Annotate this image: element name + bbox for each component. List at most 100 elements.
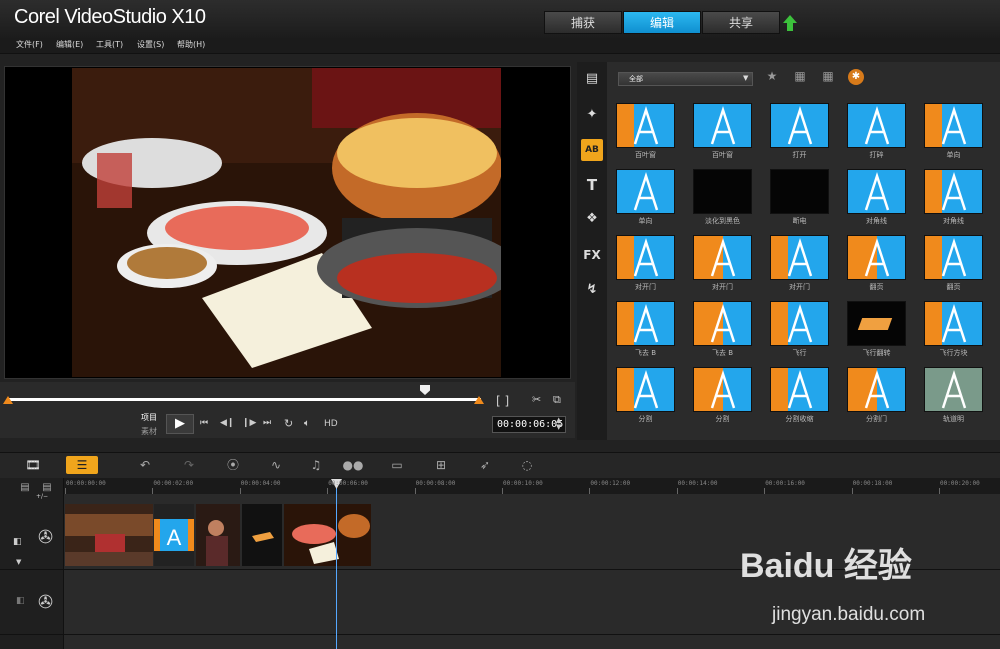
add-remove-track[interactable]: +/−	[36, 493, 48, 500]
transition-thumbnail[interactable]	[770, 301, 829, 346]
instant-project-icon[interactable]: ✦	[581, 104, 603, 126]
split-clip-icon[interactable]: ✂	[532, 393, 541, 406]
project-mode-label[interactable]: 项目	[141, 412, 157, 423]
volume-icon[interactable]: 🔈︎	[304, 418, 310, 429]
go-to-end-icon[interactable]: ⏭	[263, 418, 271, 428]
time-remapping-icon[interactable]: ➶	[474, 456, 496, 474]
tab-edit[interactable]: 编辑	[623, 11, 701, 34]
transition-thumbnail[interactable]	[616, 367, 675, 412]
trim-start-handle[interactable]	[3, 396, 13, 404]
media-category-icon[interactable]: ▤	[581, 68, 603, 90]
video-clip[interactable]	[284, 504, 371, 566]
upload-icon[interactable]	[782, 14, 798, 32]
add-favorite-icon[interactable]: ★	[762, 69, 782, 87]
play-button[interactable]: ▶	[166, 414, 194, 434]
ruler-tick	[152, 488, 154, 494]
transition-thumbnail-glyph	[694, 236, 751, 279]
overlay-visibility-icon[interactable]: ◧	[16, 596, 25, 606]
transition-options-icon[interactable]: ✱	[848, 69, 864, 85]
transition-thumbnail[interactable]	[847, 169, 906, 214]
transition-thumbnail[interactable]	[847, 103, 906, 148]
timeline-playhead[interactable]	[336, 482, 337, 649]
ruler-tick-label: 00:00:20:00	[940, 480, 980, 487]
motion-tracking-icon[interactable]: ●●	[342, 456, 364, 474]
transition-clip[interactable]	[242, 504, 282, 566]
transition-thumbnail[interactable]	[770, 367, 829, 412]
tab-capture[interactable]: 捕获	[544, 11, 622, 34]
transition-thumbnail-glyph	[694, 104, 751, 147]
apply-random-icon[interactable]: ▦	[790, 69, 810, 87]
library-filter-dropdown[interactable]: 全部	[618, 72, 753, 86]
mark-in-out-buttons[interactable]: [ ]	[496, 394, 509, 408]
transition-thumbnail[interactable]	[693, 169, 752, 214]
track-expand-icon[interactable]: ▼	[16, 558, 21, 566]
track-manager-icon[interactable]: ▤	[16, 482, 34, 494]
enlarge-icon[interactable]: ⧉	[553, 393, 561, 407]
transition-thumbnail[interactable]	[693, 301, 752, 346]
transition-label: 飞行	[792, 349, 807, 357]
transition-thumbnail[interactable]	[924, 169, 983, 214]
repeat-icon[interactable]: ↻	[284, 417, 293, 430]
subtitle-editor-icon[interactable]: ▭	[386, 456, 408, 474]
timeline-view-icon[interactable]: ☰	[66, 456, 98, 474]
video-clip[interactable]	[65, 504, 153, 566]
apply-current-icon[interactable]: ▦	[818, 69, 838, 87]
transition-category-icon[interactable]: AB	[581, 139, 603, 161]
scrubber-bar[interactable]	[8, 398, 481, 401]
transition-thumbnail[interactable]	[770, 235, 829, 280]
menu-settings[interactable]: 设置(S)	[137, 39, 164, 50]
transition-thumbnail[interactable]	[693, 367, 752, 412]
auto-music-icon[interactable]: ♫	[305, 456, 327, 474]
mask-creator-icon[interactable]: ◌	[516, 456, 538, 474]
redo-icon[interactable]: ↷	[180, 456, 198, 474]
app-window: Corel VideoStudio X10 捕获 编辑 共享 文件(F) 编辑(…	[0, 0, 1000, 649]
video-clip[interactable]	[196, 504, 240, 566]
previous-frame-icon[interactable]: ◀❙	[220, 418, 234, 428]
transition-thumbnail[interactable]	[924, 367, 983, 412]
path-category-icon[interactable]: ↯	[581, 279, 603, 301]
transition-thumbnail[interactable]	[847, 301, 906, 346]
ruler-tick-label: 00:00:16:00	[765, 480, 805, 487]
timecode-field[interactable]: 00:00:06:05	[492, 416, 566, 433]
transition-thumbnail-glyph	[925, 302, 982, 345]
transition-thumbnail[interactable]	[616, 301, 675, 346]
title-category-icon[interactable]: T	[581, 174, 603, 196]
chevron-down-icon[interactable]: ▼	[743, 74, 748, 82]
track-visibility-icon[interactable]: ◧	[13, 537, 22, 547]
transition-thumbnail[interactable]	[616, 235, 675, 280]
transition-thumbnail[interactable]	[693, 103, 752, 148]
transition-clip[interactable]: A	[154, 504, 194, 566]
menu-edit[interactable]: 编辑(E)	[56, 39, 83, 50]
transition-label: 打碎	[869, 151, 884, 159]
transition-thumbnail[interactable]	[847, 367, 906, 412]
hd-toggle[interactable]: HD	[324, 419, 338, 429]
transition-thumbnail[interactable]	[770, 169, 829, 214]
record-capture-icon[interactable]: ⦿	[222, 456, 244, 474]
transition-thumbnail[interactable]	[616, 103, 675, 148]
timecode-stepper-icon[interactable]: ▲ ▼	[556, 417, 561, 431]
undo-icon[interactable]: ↶	[136, 456, 154, 474]
next-frame-icon[interactable]: ❙▶	[242, 418, 256, 428]
storyboard-view-icon[interactable]: 🎞︎	[20, 456, 46, 474]
transition-label: 百叶窗	[635, 151, 656, 159]
transition-thumbnail-glyph	[925, 170, 982, 213]
menu-file[interactable]: 文件(F)	[16, 39, 43, 50]
transition-thumbnail[interactable]	[770, 103, 829, 148]
clip-mode-label[interactable]: 素材	[141, 426, 157, 437]
filter-category-icon[interactable]: FX	[581, 244, 603, 266]
transition-thumbnail[interactable]	[924, 235, 983, 280]
menu-help[interactable]: 帮助(H)	[177, 39, 205, 50]
menu-tools[interactable]: 工具(T)	[96, 39, 123, 50]
transition-thumbnail[interactable]	[924, 103, 983, 148]
trim-end-handle[interactable]	[474, 396, 484, 404]
transition-thumbnail[interactable]	[616, 169, 675, 214]
tab-share[interactable]: 共享	[702, 11, 780, 34]
multi-camera-icon[interactable]: ⊞	[430, 456, 452, 474]
transition-thumbnail[interactable]	[693, 235, 752, 280]
graphic-category-icon[interactable]: ❖	[581, 208, 603, 230]
sound-mixer-icon[interactable]: ∿	[265, 456, 287, 474]
transition-thumbnail[interactable]	[924, 301, 983, 346]
go-to-start-icon[interactable]: ⏮	[200, 418, 208, 428]
transition-thumbnail[interactable]	[847, 235, 906, 280]
ruler-tick-label: 00:00:02:00	[153, 480, 194, 487]
